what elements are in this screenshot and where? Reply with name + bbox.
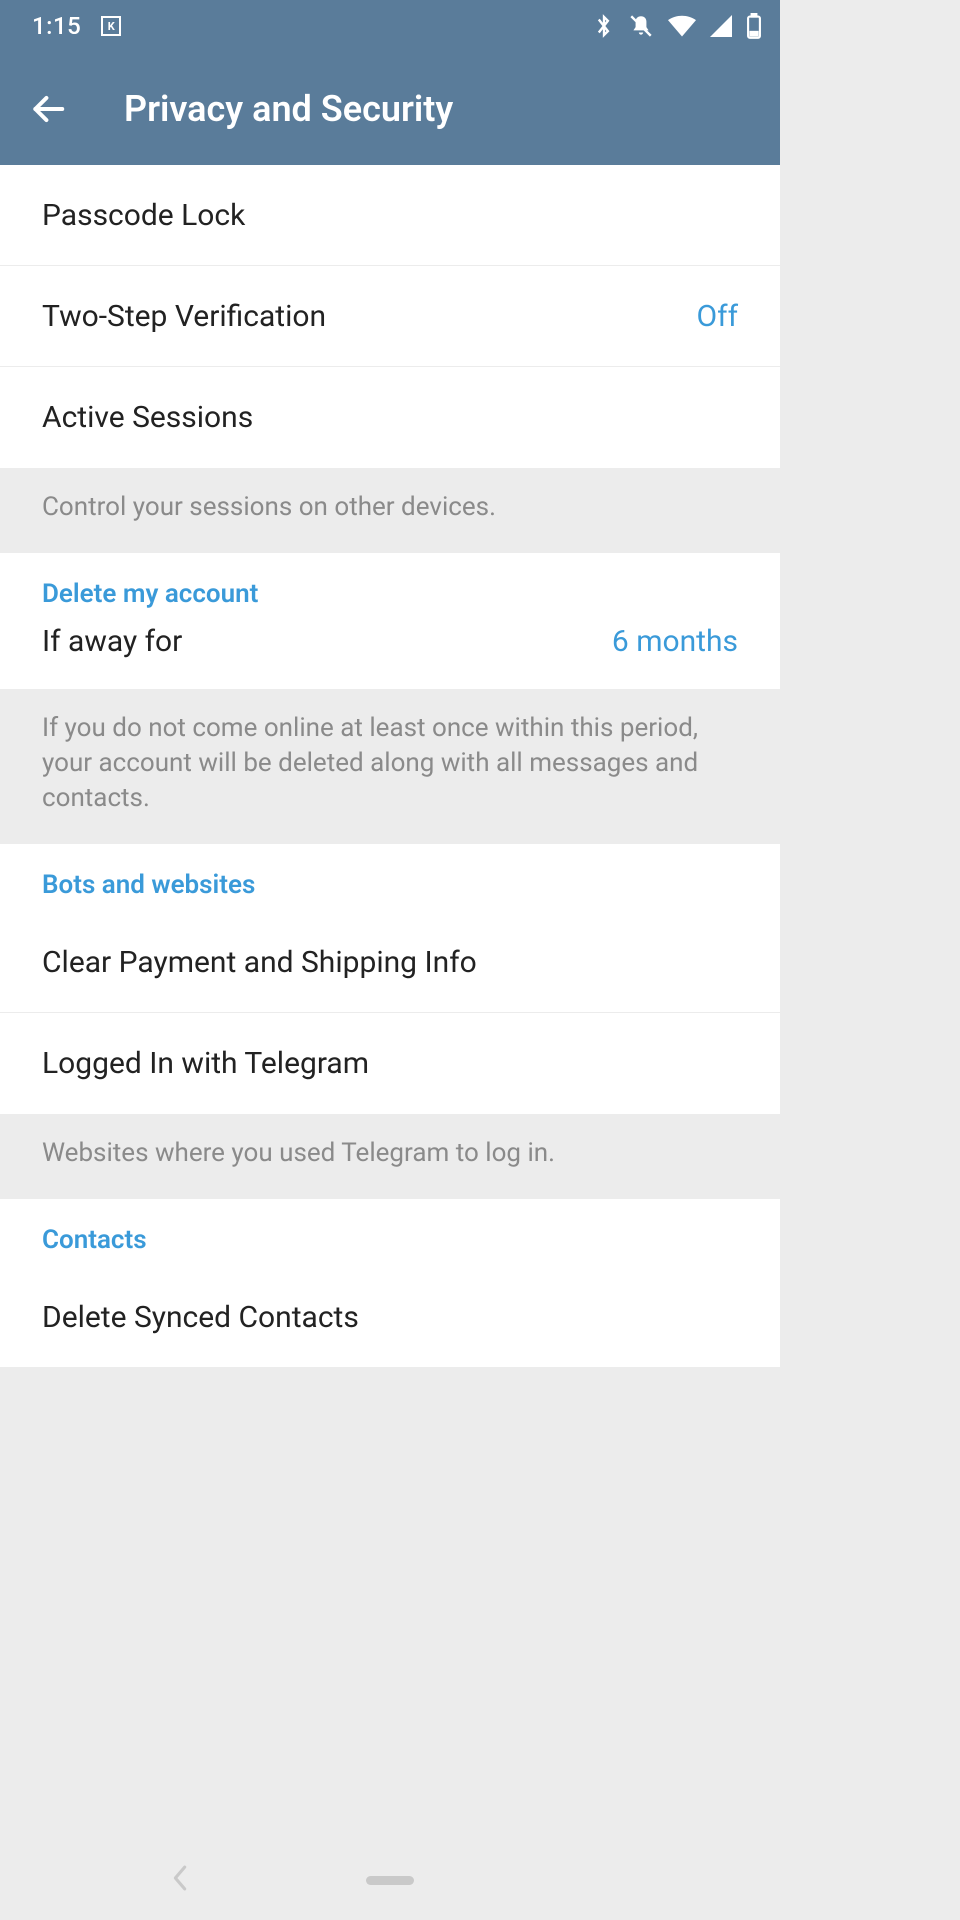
dnd-icon	[628, 13, 654, 39]
nav-back-icon[interactable]	[170, 1864, 190, 1896]
delete-account-info: If you do not come online at least once …	[0, 689, 780, 844]
passcode-lock-row[interactable]: Passcode Lock	[0, 165, 780, 266]
status-right	[594, 13, 762, 39]
arrow-left-icon	[29, 90, 67, 128]
clear-payment-label: Clear Payment and Shipping Info	[42, 945, 477, 980]
system-nav-bar	[0, 1840, 780, 1920]
two-step-label: Two-Step Verification	[42, 299, 326, 334]
status-left: 1:15 K	[32, 12, 121, 40]
sessions-info: Control your sessions on other devices.	[0, 468, 780, 553]
cell-signal-icon	[710, 15, 732, 37]
nav-home-pill[interactable]	[366, 1876, 414, 1885]
bots-websites-section: Bots and websites Clear Payment and Ship…	[0, 844, 780, 1114]
delete-account-header: Delete my account	[0, 553, 780, 615]
two-step-verification-row[interactable]: Two-Step Verification Off	[0, 266, 780, 367]
delete-synced-contacts-row[interactable]: Delete Synced Contacts	[0, 1267, 780, 1368]
status-time: 1:15	[32, 12, 81, 40]
delete-account-section: Delete my account If away for 6 months	[0, 553, 780, 689]
contacts-section: Contacts Delete Synced Contacts	[0, 1199, 780, 1368]
active-sessions-row[interactable]: Active Sessions	[0, 367, 780, 468]
app-bar: Privacy and Security	[0, 52, 780, 165]
bots-websites-header: Bots and websites	[0, 844, 780, 906]
bots-websites-info: Websites where you used Telegram to log …	[0, 1114, 780, 1199]
status-bar: 1:15 K	[0, 0, 780, 52]
battery-icon	[746, 13, 762, 39]
delete-synced-label: Delete Synced Contacts	[42, 1300, 359, 1335]
if-away-value: 6 months	[612, 624, 738, 659]
if-away-row[interactable]: If away for 6 months	[0, 615, 780, 689]
logged-in-telegram-row[interactable]: Logged In with Telegram	[0, 1013, 780, 1114]
security-section: Passcode Lock Two-Step Verification Off …	[0, 165, 780, 468]
if-away-label: If away for	[42, 624, 182, 659]
logged-in-label: Logged In with Telegram	[42, 1046, 369, 1081]
wifi-icon	[668, 15, 696, 37]
two-step-value: Off	[697, 299, 739, 334]
clear-payment-row[interactable]: Clear Payment and Shipping Info	[0, 912, 780, 1013]
bluetooth-icon	[594, 13, 614, 39]
back-button[interactable]	[24, 85, 72, 133]
contacts-header: Contacts	[0, 1199, 780, 1261]
page-title: Privacy and Security	[124, 88, 453, 130]
k-badge-icon: K	[101, 16, 121, 36]
passcode-lock-label: Passcode Lock	[42, 198, 245, 233]
active-sessions-label: Active Sessions	[42, 400, 253, 435]
